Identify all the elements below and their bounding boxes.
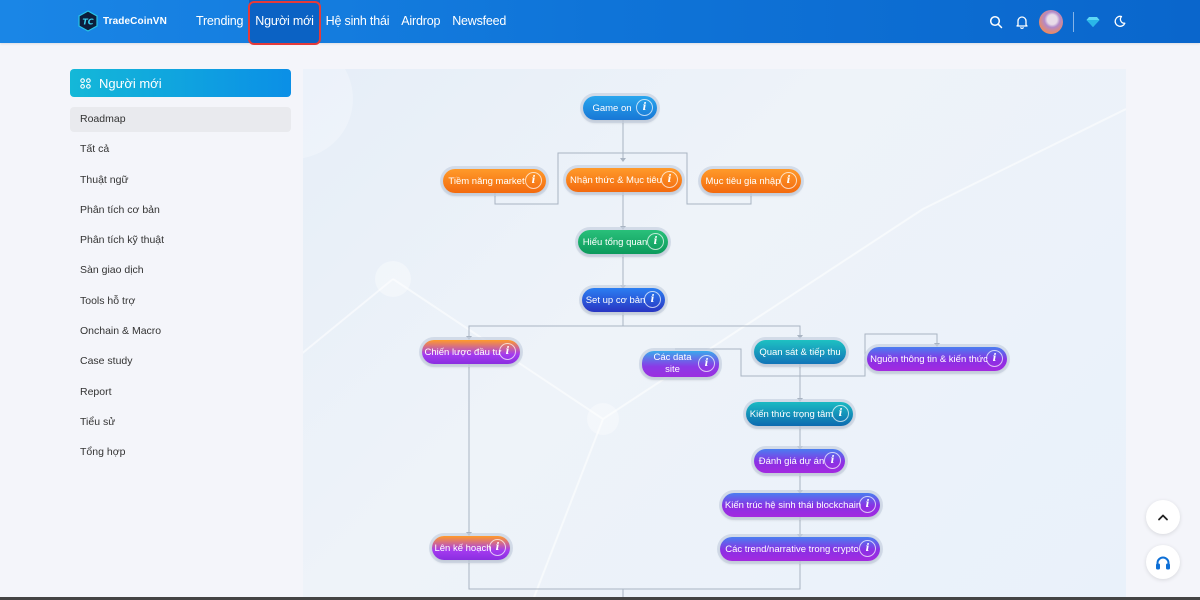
header-divider bbox=[1073, 11, 1074, 32]
sidebar-header: Người mới bbox=[70, 69, 291, 97]
info-icon[interactable]: i bbox=[647, 233, 664, 250]
node-kien-thuc-trong-tam[interactable]: Kiến thức trọng tâm i bbox=[746, 402, 853, 426]
node-label: Mục tiêu gia nhập bbox=[705, 175, 781, 187]
sidebar-item-san-giao-dich[interactable]: Sàn giao dịch bbox=[70, 258, 291, 283]
node-label: Lên kế hoạch bbox=[434, 542, 492, 554]
info-icon[interactable]: i bbox=[489, 539, 506, 556]
avatar[interactable] bbox=[1039, 9, 1063, 34]
node-cac-trend-narrative[interactable]: Các trend/narrative trong crypto i bbox=[720, 537, 880, 561]
sidebar-item-phan-tich-ky-thuat[interactable]: Phân tích kỹ thuật bbox=[70, 228, 291, 253]
bell-icon[interactable] bbox=[1013, 13, 1031, 31]
info-icon[interactable]: i bbox=[698, 355, 715, 372]
sidebar-item-tieu-su[interactable]: Tiểu sử bbox=[70, 410, 291, 435]
sidebar: Người mới Roadmap Tất cả Thuật ngữ Phân … bbox=[70, 69, 291, 471]
info-icon[interactable]: i bbox=[780, 172, 797, 189]
node-label: Các data site bbox=[653, 352, 692, 375]
sidebar-item-tong-hop[interactable]: Tổng hợp bbox=[70, 440, 291, 465]
node-danh-gia-du-an[interactable]: Đánh giá dự án i bbox=[754, 449, 845, 473]
node-quan-sat-tiep-thu[interactable]: Quan sát & tiếp thu bbox=[754, 340, 846, 364]
node-len-ke-hoach[interactable]: Lên kế hoạch i bbox=[432, 536, 510, 560]
arrow bbox=[797, 335, 803, 339]
headphones-icon bbox=[1156, 556, 1170, 569]
nav-newsfeed[interactable]: Newsfeed bbox=[446, 0, 512, 43]
info-icon[interactable]: i bbox=[986, 350, 1003, 367]
node-label: Tiềm năng market bbox=[448, 175, 525, 187]
info-icon[interactable]: i bbox=[859, 540, 876, 557]
node-label: Kiến trúc hệ sinh thái blockchain bbox=[724, 499, 862, 511]
support-button[interactable] bbox=[1146, 545, 1180, 579]
node-label: Chiến lược đầu tư bbox=[424, 346, 502, 358]
sidebar-item-tat-ca[interactable]: Tất cả bbox=[70, 137, 291, 162]
node-label: Nhận thức & Mục tiêu bbox=[570, 174, 662, 186]
info-icon[interactable]: i bbox=[859, 496, 876, 513]
sidebar-item-report[interactable]: Report bbox=[70, 380, 291, 405]
info-icon[interactable]: i bbox=[661, 171, 678, 188]
roadmap-background bbox=[303, 69, 1126, 600]
node-set-up-co-ban[interactable]: Set up cơ bản i bbox=[582, 288, 665, 312]
top-navigation-bar: TC TradeCoinVN Trending Người mới Hệ sin… bbox=[0, 0, 1200, 45]
node-label: Quan sát & tiếp thu bbox=[759, 346, 841, 358]
node-game-on[interactable]: Game on i bbox=[583, 96, 657, 120]
node-label: Hiểu tổng quan bbox=[582, 236, 648, 248]
node-chien-luoc-dau-tu[interactable]: Chiến lược đầu tư i bbox=[422, 340, 520, 364]
node-muc-tieu-gia-nhap[interactable]: Mục tiêu gia nhập i bbox=[701, 169, 801, 193]
nav-nguoi-moi[interactable]: Người mới bbox=[248, 0, 322, 45]
main-nav: Trending Người mới Hệ sinh thái Airdrop … bbox=[190, 0, 512, 45]
diamond-icon[interactable] bbox=[1084, 13, 1102, 31]
node-nhan-thuc-muc-tieu[interactable]: Nhận thức & Mục tiêu i bbox=[566, 168, 682, 192]
node-kien-truc-he-sinh-thai[interactable]: Kiến trúc hệ sinh thái blockchain i bbox=[722, 493, 880, 517]
node-label: Kiến thức trọng tâm bbox=[749, 408, 834, 420]
sidebar-item-roadmap[interactable]: Roadmap bbox=[70, 107, 291, 132]
node-tiem-nang-market[interactable]: Tiềm năng market i bbox=[443, 169, 546, 193]
nav-he-sinh-thai[interactable]: Hệ sinh thái bbox=[320, 0, 396, 43]
sidebar-item-onchain-macro[interactable]: Onchain & Macro bbox=[70, 319, 291, 344]
info-icon[interactable]: i bbox=[824, 452, 841, 469]
connector bbox=[468, 312, 624, 339]
sidebar-item-case-study[interactable]: Case study bbox=[70, 349, 291, 374]
chevron-up-icon bbox=[1158, 514, 1168, 521]
node-nguon-thong-tin-kien-thuc[interactable]: Nguồn thông tin & kiến thức i bbox=[867, 347, 1007, 371]
node-label: Game on bbox=[592, 102, 632, 114]
info-icon[interactable]: i bbox=[644, 291, 661, 308]
sidebar-menu: Roadmap Tất cả Thuật ngữ Phân tích cơ bả… bbox=[70, 107, 291, 465]
scroll-to-top-button[interactable] bbox=[1146, 500, 1180, 534]
tradecoinvn-logo-icon: TC bbox=[78, 10, 98, 32]
brand-name: TradeCoinVN bbox=[103, 15, 167, 27]
node-cac-data-site[interactable]: Các data site i bbox=[642, 351, 719, 377]
info-icon[interactable]: i bbox=[525, 172, 542, 189]
node-label: Đánh giá dự án bbox=[758, 455, 825, 467]
grid-icon bbox=[80, 77, 91, 89]
node-label: Các trend/narrative trong crypto bbox=[725, 543, 859, 555]
header-actions bbox=[987, 0, 1128, 43]
info-icon[interactable]: i bbox=[636, 99, 653, 116]
nav-trending[interactable]: Trending bbox=[190, 0, 249, 43]
arrow bbox=[620, 158, 626, 162]
sidebar-item-thuat-ngu[interactable]: Thuật ngữ bbox=[70, 168, 291, 193]
roadmap-canvas: Game on i Tiềm năng market i Nhận thức &… bbox=[303, 69, 1126, 600]
info-icon[interactable]: i bbox=[832, 405, 849, 422]
svg-text:TC: TC bbox=[82, 18, 93, 27]
sidebar-title: Người mới bbox=[99, 75, 162, 91]
node-label: Nguồn thông tin & kiến thức bbox=[870, 353, 988, 365]
sidebar-item-phan-tich-co-ban[interactable]: Phân tích cơ bản bbox=[70, 198, 291, 223]
node-label: Set up cơ bản bbox=[585, 294, 646, 306]
brand-logo[interactable]: TC TradeCoinVN bbox=[78, 10, 167, 32]
connector bbox=[623, 561, 801, 590]
node-hieu-tong-quan[interactable]: Hiểu tổng quan i bbox=[578, 230, 668, 254]
moon-icon[interactable] bbox=[1110, 13, 1128, 31]
search-icon[interactable] bbox=[987, 13, 1005, 31]
connector bbox=[623, 325, 801, 338]
nav-airdrop[interactable]: Airdrop bbox=[395, 0, 446, 43]
connector-arrows bbox=[466, 158, 940, 538]
sidebar-item-tools-ho-tro[interactable]: Tools hỗ trợ bbox=[70, 289, 291, 314]
info-icon[interactable]: i bbox=[499, 343, 516, 360]
